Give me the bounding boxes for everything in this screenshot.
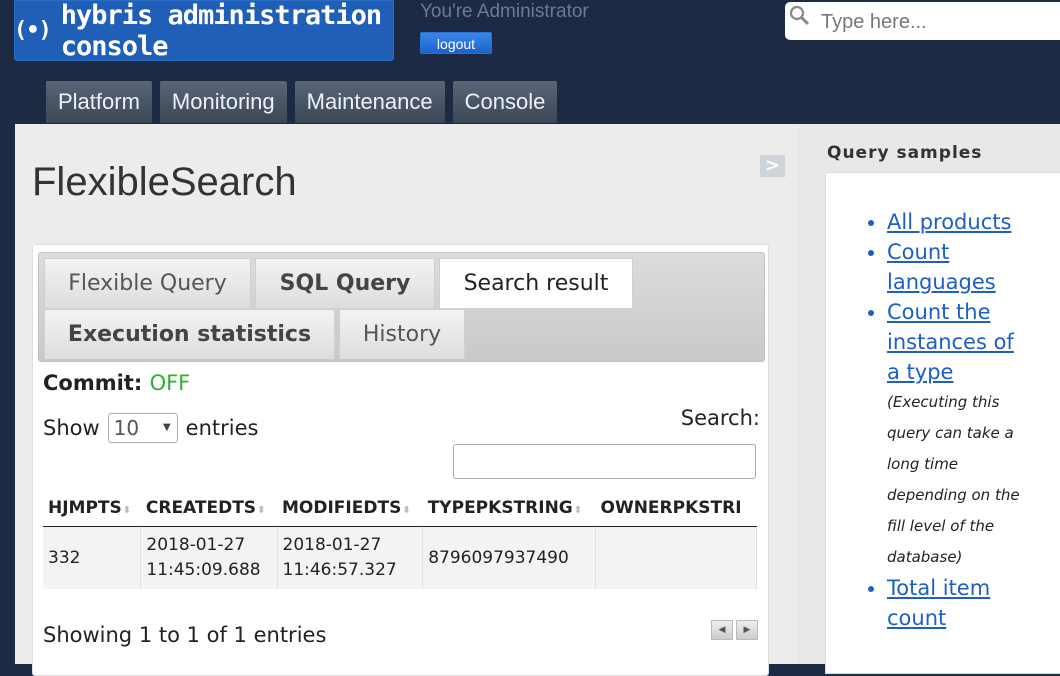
query-samples-sidebar: Query samples All products Count languag…	[798, 124, 1060, 674]
commit-label: Commit:	[43, 371, 143, 395]
table-row: 332 2018-01-27 11:45:09.688 2018-01-27 1…	[43, 526, 757, 589]
user-status: You're Administrator	[420, 1, 589, 22]
tab-bar: Flexible Query SQL Query Search result E…	[38, 252, 765, 362]
results-table: HJMPTS⬍ CREATEDTS⬍ MODIFIEDTS⬍ TYPEPKSTR…	[43, 490, 757, 589]
commit-value[interactable]: OFF	[150, 371, 191, 395]
table-cell: 332	[43, 526, 142, 589]
nav-tab-platform[interactable]: Platform	[46, 81, 152, 123]
previous-page-icon[interactable]: ◀	[711, 620, 733, 640]
nav-tab-monitoring[interactable]: Monitoring	[159, 81, 287, 123]
table-cell: 2018-01-27 11:45:09.688	[140, 526, 278, 589]
sort-icon: ⬍	[402, 505, 411, 516]
hybris-logo-icon: (•)	[14, 18, 52, 43]
logo-text: hybris administration console	[60, 0, 382, 62]
main-content: FlexibleSearch > Flexible Query SQL Quer…	[15, 124, 798, 676]
pagination: ◀ ▶	[711, 620, 758, 640]
column-header[interactable]: CREATEDTS⬍	[140, 490, 277, 527]
sort-icon: ⬍	[122, 505, 132, 516]
table-cell: 8796097937490	[422, 526, 596, 589]
column-header[interactable]: MODIFIEDTS⬍	[277, 490, 423, 527]
column-header[interactable]: HJMPTS⬍	[43, 490, 141, 527]
flexsearch-panel: Flexible Query SQL Query Search result E…	[32, 244, 769, 676]
nav-tab-maintenance[interactable]: Maintenance	[294, 81, 445, 123]
nav-tab-console[interactable]: Console	[452, 81, 558, 123]
global-search[interactable]	[785, 2, 1060, 40]
list-item: Total item count	[887, 573, 1027, 633]
tab-search-result[interactable]: Search result	[439, 258, 633, 308]
toggle-sidebar-button[interactable]: >	[760, 155, 785, 177]
sort-icon: ⬍	[257, 505, 266, 516]
table-search-input[interactable]	[453, 444, 756, 479]
logout-button[interactable]: logout	[420, 32, 492, 54]
page-length-control: Show 10 ▼ entries	[43, 413, 258, 443]
next-page-icon[interactable]: ▶	[736, 620, 758, 640]
commit-status[interactable]: Commit: OFF	[43, 371, 190, 395]
main-nav: Platform Monitoring Maintenance Console	[46, 81, 558, 123]
list-item: All products	[887, 207, 1027, 237]
show-label: Show	[43, 416, 100, 440]
tab-sql-query[interactable]: SQL Query	[255, 258, 435, 308]
global-search-input[interactable]	[819, 6, 1053, 38]
sample-link-count-instances[interactable]: Count the instances of a type	[887, 300, 1014, 384]
tab-flexible-query[interactable]: Flexible Query	[44, 258, 251, 308]
table-cell: 2018-01-27 11:46:57.327	[277, 526, 424, 589]
sample-link-count-languages[interactable]: Count languages	[887, 240, 996, 294]
page-length-select[interactable]: 10 ▼	[107, 413, 178, 443]
sample-note: (Executing this query can take a long ti…	[887, 393, 1020, 566]
chevron-down-icon: ▼	[162, 422, 171, 433]
entries-label: entries	[185, 416, 259, 440]
samples-list: All products Count languages Count the i…	[887, 207, 1027, 633]
list-item: Count languages	[887, 237, 1027, 297]
sidebar-title: Query samples	[827, 143, 983, 163]
column-header[interactable]: TYPEPKSTRING⬍	[422, 490, 596, 527]
column-header[interactable]: OWNERPKSTRI	[595, 490, 757, 527]
list-item: Count the instances of a type (Executing…	[887, 297, 1027, 573]
page-length-value: 10	[113, 416, 140, 440]
sort-icon: ⬍	[573, 505, 583, 516]
hybris-logo[interactable]: (•) hybris administration console	[14, 0, 394, 62]
search-icon	[789, 5, 810, 26]
tab-execution-statistics[interactable]: Execution statistics	[44, 309, 335, 359]
sample-link-total-item-count[interactable]: Total item count	[887, 576, 990, 630]
page-title: FlexibleSearch	[32, 160, 297, 204]
sample-link-all-products[interactable]: All products	[887, 210, 1011, 234]
samples-box: All products Count languages Count the i…	[825, 172, 1060, 674]
table-search-label: Search:	[680, 406, 760, 430]
table-info: Showing 1 to 1 of 1 entries	[43, 623, 327, 647]
tab-history[interactable]: History	[339, 309, 465, 359]
table-cell	[595, 526, 757, 589]
